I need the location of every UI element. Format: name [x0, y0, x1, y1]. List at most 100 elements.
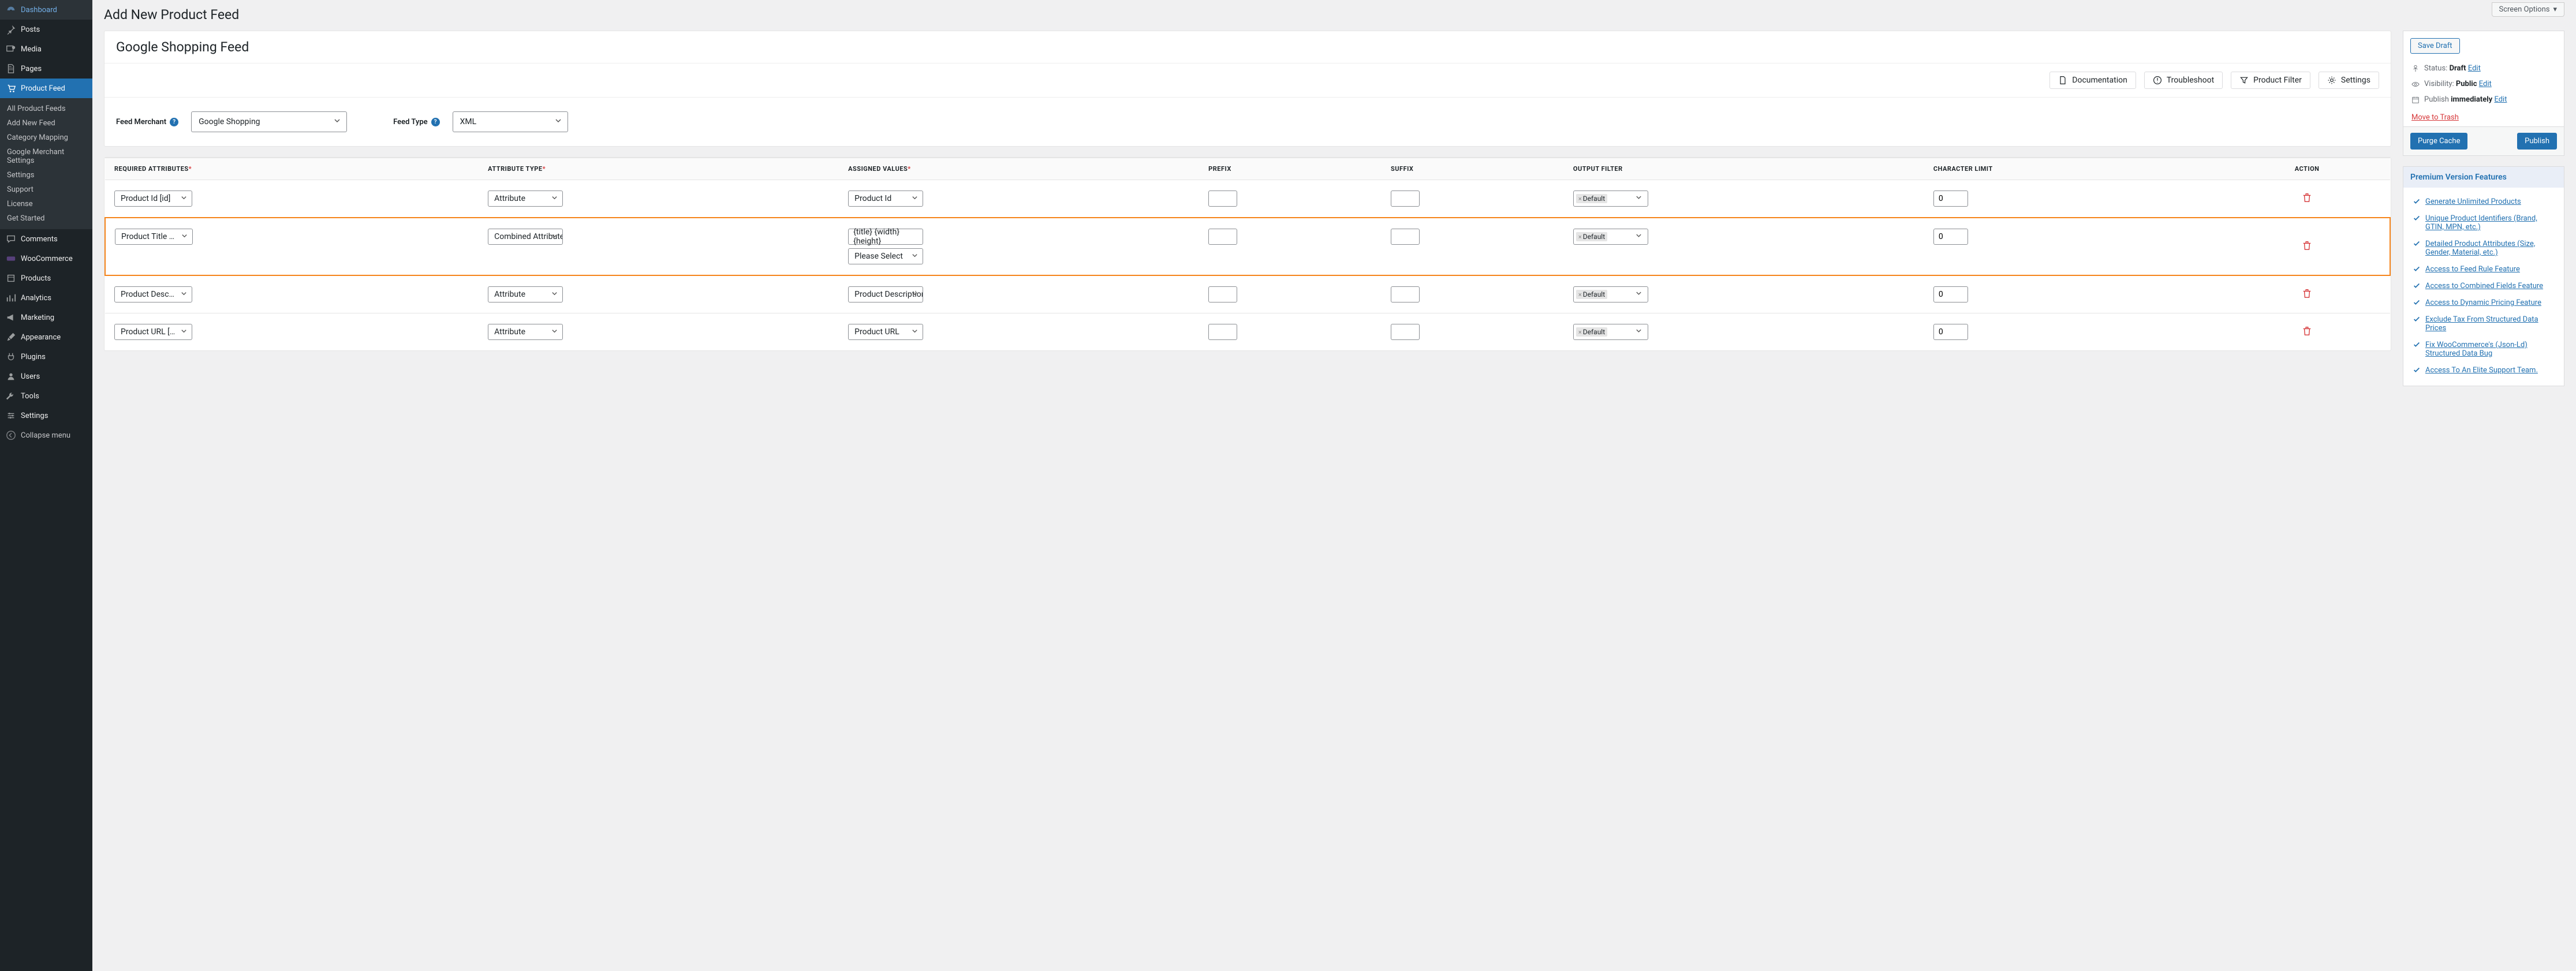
sidebar-item-comments[interactable]: Comments — [0, 229, 92, 249]
assigned-value-input[interactable]: {title} {width} {height} — [848, 229, 923, 245]
filter-tag: ×Default — [1576, 194, 1607, 203]
edit-status-link[interactable]: Edit — [2468, 64, 2481, 73]
submenu-item-category-mapping[interactable]: Category Mapping — [0, 130, 92, 145]
save-draft-button[interactable]: Save Draft — [2410, 38, 2460, 54]
collapse-menu[interactable]: Collapse menu — [0, 425, 92, 445]
submenu-item-get-started[interactable]: Get Started — [0, 211, 92, 226]
character-limit-input[interactable] — [1933, 324, 1968, 340]
check-icon — [2413, 214, 2421, 222]
prefix-input[interactable] — [1208, 324, 1237, 340]
feed-merchant-select[interactable]: Google Shopping — [191, 111, 347, 132]
filter-tag: ×Default — [1576, 327, 1607, 337]
check-icon — [2413, 265, 2421, 273]
suffix-input[interactable] — [1391, 324, 1420, 340]
edit-publish-link[interactable]: Edit — [2494, 95, 2507, 104]
sidebar-item-posts[interactable]: Posts — [0, 20, 92, 39]
remove-tag-icon[interactable]: × — [1578, 233, 1582, 241]
premium-feature-link[interactable]: Generate Unlimited Products — [2425, 197, 2521, 206]
attribute-type-select[interactable]: Attribute — [488, 191, 563, 207]
prefix-input[interactable] — [1208, 229, 1237, 245]
prefix-input[interactable] — [1208, 286, 1237, 302]
assigned-value-select[interactable]: Please Select — [848, 248, 923, 264]
settings-button[interactable]: Settings — [2319, 72, 2379, 89]
premium-feature-item: Access to Combined Fields Feature — [2410, 278, 2557, 294]
sidebar-item-dashboard[interactable]: Dashboard — [0, 0, 92, 20]
sidebar-item-plugins[interactable]: Plugins — [0, 347, 92, 367]
product-filter-button[interactable]: Product Filter — [2231, 72, 2310, 89]
remove-tag-icon[interactable]: × — [1578, 195, 1582, 203]
sidebar-item-tools[interactable]: Tools — [0, 386, 92, 406]
submenu-item-google-merchant-settings[interactable]: Google Merchant Settings — [0, 145, 92, 168]
remove-tag-icon[interactable]: × — [1578, 291, 1582, 298]
attribute-type-select[interactable]: Combined Attributes — [488, 229, 563, 245]
edit-visibility-link[interactable]: Edit — [2479, 80, 2492, 88]
required-attribute-select[interactable]: Product URL [link] — [114, 324, 192, 340]
submenu-item-all-product-feeds[interactable]: All Product Feeds — [0, 102, 92, 116]
premium-feature-link[interactable]: Access to Combined Fields Feature — [2425, 282, 2543, 290]
sidebar-item-appearance[interactable]: Appearance — [0, 327, 92, 347]
required-attribute-select[interactable]: Product Description [description] — [114, 286, 192, 302]
submenu-item-add-new-feed[interactable]: Add New Feed — [0, 116, 92, 130]
delete-row-button[interactable] — [2302, 326, 2312, 336]
sidebar-item-users[interactable]: Users — [0, 367, 92, 386]
delete-row-button[interactable] — [2302, 192, 2312, 203]
sidebar-item-analytics[interactable]: Analytics — [0, 288, 92, 308]
suffix-input[interactable] — [1391, 191, 1420, 207]
sidebar-item-settings[interactable]: Settings — [0, 406, 92, 425]
sidebar-item-product-feed[interactable]: Product Feed — [0, 79, 92, 98]
premium-feature-link[interactable]: Exclude Tax From Structured Data Prices — [2425, 315, 2555, 333]
character-limit-input[interactable] — [1933, 229, 1968, 245]
remove-tag-icon[interactable]: × — [1578, 328, 1582, 336]
documentation-button[interactable]: Documentation — [2049, 72, 2136, 89]
output-filter-multiselect[interactable]: ×Default — [1573, 229, 1648, 245]
comment-icon — [6, 234, 16, 244]
sidebar-item-pages[interactable]: Pages — [0, 59, 92, 79]
assigned-value-select[interactable]: Product Description — [848, 286, 923, 302]
delete-row-button[interactable] — [2302, 240, 2312, 251]
attribute-type-select[interactable]: Attribute — [488, 324, 563, 340]
premium-feature-item: Access to Dynamic Pricing Feature — [2410, 294, 2557, 311]
delete-row-button[interactable] — [2302, 288, 2312, 298]
assigned-value-select[interactable]: Product URL — [848, 324, 923, 340]
premium-feature-link[interactable]: Access to Feed Rule Feature — [2425, 265, 2520, 274]
premium-feature-link[interactable]: Access To An Elite Support Team. — [2425, 366, 2538, 375]
premium-feature-link[interactable]: Access to Dynamic Pricing Feature — [2425, 298, 2541, 307]
character-limit-input[interactable] — [1933, 191, 1968, 207]
premium-feature-link[interactable]: Detailed Product Attributes (Size, Gende… — [2425, 240, 2555, 257]
submenu-item-settings[interactable]: Settings — [0, 168, 92, 182]
sidebar-item-woocommerce[interactable]: WooCommerce — [0, 249, 92, 268]
sliders-icon — [6, 410, 16, 421]
character-limit-input[interactable] — [1933, 286, 1968, 302]
required-attribute-select[interactable]: Product Title [title] — [115, 229, 193, 245]
assigned-value-select[interactable]: Product Id — [848, 191, 923, 207]
submenu-item-license[interactable]: License — [0, 197, 92, 211]
purge-cache-button[interactable]: Purge Cache — [2410, 133, 2467, 150]
page-icon — [6, 64, 16, 74]
help-icon[interactable]: ? — [170, 118, 178, 126]
suffix-input[interactable] — [1391, 286, 1420, 302]
chevron-down-icon — [912, 290, 918, 299]
check-icon — [2413, 315, 2421, 323]
chevron-down-icon — [912, 327, 918, 337]
required-attribute-select[interactable]: Product Id [id] — [114, 191, 192, 207]
submenu-item-support[interactable]: Support — [0, 182, 92, 197]
chevron-down-icon — [1636, 328, 1642, 337]
move-to-trash-link[interactable]: Move to Trash — [2411, 113, 2459, 122]
help-icon[interactable]: ? — [431, 118, 440, 126]
output-filter-multiselect[interactable]: ×Default — [1573, 324, 1648, 340]
troubleshoot-button[interactable]: Troubleshoot — [2144, 72, 2223, 89]
sidebar-item-marketing[interactable]: Marketing — [0, 308, 92, 327]
sidebar-item-media[interactable]: Media — [0, 39, 92, 59]
prefix-input[interactable] — [1208, 191, 1237, 207]
sidebar-item-products[interactable]: Products — [0, 268, 92, 288]
output-filter-multiselect[interactable]: ×Default — [1573, 286, 1648, 302]
premium-features-box: Premium Version Features Generate Unlimi… — [2403, 166, 2564, 386]
premium-feature-link[interactable]: Fix WooCommerce's (Json-Ld) Structured D… — [2425, 341, 2555, 358]
premium-feature-link[interactable]: Unique Product Identifiers (Brand, GTIN,… — [2425, 214, 2555, 231]
output-filter-multiselect[interactable]: ×Default — [1573, 191, 1648, 207]
attribute-type-select[interactable]: Attribute — [488, 286, 563, 302]
suffix-input[interactable] — [1391, 229, 1420, 245]
publish-button[interactable]: Publish — [2517, 133, 2557, 150]
screen-options-toggle[interactable]: Screen Options ▾ — [2492, 2, 2565, 17]
feed-type-select[interactable]: XML — [453, 111, 568, 132]
